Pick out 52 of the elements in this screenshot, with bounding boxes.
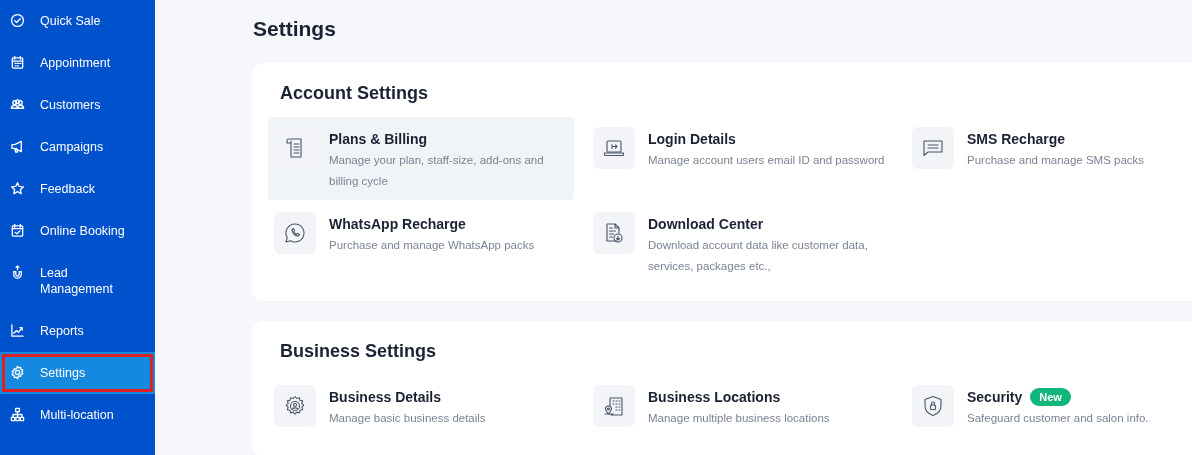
sidebar-item[interactable]: Lead Management xyxy=(0,252,155,310)
sidebar-item[interactable]: Reports xyxy=(0,310,155,352)
settings-item[interactable]: Download Center Download account data like customer data, services, packages etc., xyxy=(587,202,893,285)
settings-item[interactable]: Business Locations Manage multiple business locations xyxy=(587,375,893,441)
magnet-icon xyxy=(10,265,25,280)
gear-icon xyxy=(10,365,25,380)
settings-item[interactable]: Plans & Billing Manage your plan, staff-size, add-ons and billing cycle xyxy=(268,117,574,200)
star-icon xyxy=(10,181,25,196)
settings-item[interactable]: WhatsApp Recharge Purchase and manage WhatsApp packs xyxy=(268,202,574,285)
chart-icon xyxy=(10,323,25,338)
item-description: Manage your plan, staff-size, add-ons and billing cycle xyxy=(329,153,545,189)
gear-person-icon xyxy=(283,394,307,418)
settings-item[interactable]: Login Details Manage account users email ID and password xyxy=(587,117,893,200)
sidebar-item[interactable]: Multi-location xyxy=(0,394,155,436)
settings-item[interactable]: SMS Recharge Purchase and manage SMS packs xyxy=(906,117,1192,200)
settings-item[interactable]: Business Details Manage basic business details xyxy=(268,375,574,441)
whatsapp-icon xyxy=(283,221,307,245)
item-title: Plans & Billing xyxy=(329,131,427,147)
item-description: Manage multiple business locations xyxy=(648,411,830,426)
sidebar-item[interactable]: Customers xyxy=(0,84,155,126)
sidebar-item[interactable]: Settings xyxy=(0,352,155,394)
sidebar-item[interactable]: Appointment xyxy=(0,42,155,84)
check-circle-icon xyxy=(10,13,25,28)
page-title: Settings xyxy=(253,17,337,41)
item-title: Download Center xyxy=(648,216,764,232)
building-icon xyxy=(602,394,626,418)
item-title: Business Locations xyxy=(648,389,781,405)
item-description: Manage account users email ID and password xyxy=(648,153,885,168)
megaphone-icon xyxy=(10,139,25,154)
sidebar-item[interactable]: Campaigns xyxy=(0,126,155,168)
item-description: Purchase and manage WhatsApp packs xyxy=(329,238,535,253)
settings-item[interactable]: Security New Safeguard customer and salon info. xyxy=(906,375,1192,441)
item-description: Download account data like customer data, services, packages etc., xyxy=(648,238,869,274)
sidebar-item[interactable]: Quick Sale xyxy=(0,0,155,42)
item-title: WhatsApp Recharge xyxy=(329,216,466,232)
item-title: Security xyxy=(967,389,1023,405)
calendar-icon xyxy=(10,55,25,70)
section-title: Business Settings xyxy=(280,341,438,362)
item-description: Safeguard customer and salon info. xyxy=(967,411,1149,426)
item-title: Login Details xyxy=(648,131,736,147)
item-title: SMS Recharge xyxy=(967,131,1066,147)
people-icon xyxy=(10,97,25,112)
new-badge: New xyxy=(1030,388,1071,406)
item-description: Manage basic business details xyxy=(329,411,486,426)
sidebar-item[interactable]: Online Booking xyxy=(0,210,155,252)
shield-lock-icon xyxy=(921,394,945,418)
item-description: Purchase and manage SMS packs xyxy=(967,153,1145,168)
section-title: Account Settings xyxy=(280,83,429,104)
sidebar-item[interactable]: Feedback xyxy=(0,168,155,210)
calendar-check-icon xyxy=(10,223,25,238)
hierarchy-icon xyxy=(10,407,25,422)
item-title: Business Details xyxy=(329,389,442,405)
